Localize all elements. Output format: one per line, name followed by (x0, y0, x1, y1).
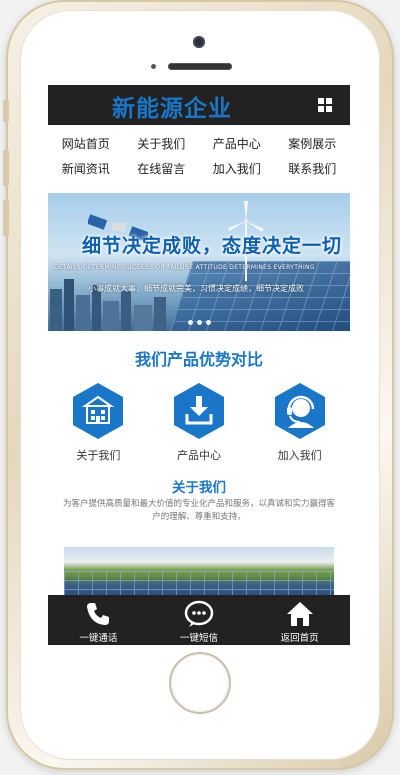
home-icon (286, 602, 313, 626)
feature-label: 产品中心 (176, 449, 221, 462)
download-icon (173, 383, 224, 439)
proximity-sensor (151, 64, 156, 69)
grid-menu-icon[interactable] (318, 98, 332, 112)
front-camera (193, 36, 205, 48)
volume-down-button (3, 200, 9, 236)
banner-slogan-english: DETAILS DETERMINE SUCCESS OR FAILURE ATT… (54, 264, 315, 271)
sms-button-label: 一键短信 (179, 633, 218, 644)
call-button[interactable]: 一键通话 (53, 595, 143, 645)
site-logo[interactable]: 新能源企业 (112, 89, 232, 123)
nav-item-join[interactable]: 加入我们 (199, 160, 275, 177)
product-features: 关于我们 产品中心 加入我们 (48, 382, 350, 463)
hero-banner[interactable]: 细节决定成败，态度决定一切 DETAILS DETERMINE SUCCESS … (48, 193, 350, 331)
banner-subtitle: 小事成就大事，细节成就完美，习惯决定成绩，细节决定成败 (88, 284, 304, 293)
banner-slogan: 细节决定成败，态度决定一切 (82, 235, 343, 257)
call-button-label: 一键通话 (79, 633, 118, 644)
feature-label: 关于我们 (76, 449, 121, 462)
phone-screen: 新能源企业 网站首页 关于我们 产品中心 案例展示 新闻资讯 在线留言 加入我们… (48, 85, 350, 645)
sms-button[interactable]: 一键短信 (154, 595, 244, 645)
home-page-button-label: 返回首页 (280, 633, 319, 644)
feature-join[interactable]: 加入我们 (260, 382, 340, 463)
carousel-dot[interactable] (188, 320, 193, 325)
carousel-dot[interactable] (206, 320, 211, 325)
main-nav: 网站首页 关于我们 产品中心 案例展示 新闻资讯 在线留言 加入我们 联系我们 (48, 125, 350, 177)
about-description: 为客户提供高质量和最大价值的专业化产品和服务，以真诚和实力赢得客户的理解、尊重和… (62, 499, 335, 522)
carousel-dots[interactable] (188, 320, 211, 325)
headset-icon (274, 383, 325, 439)
home-button[interactable] (169, 652, 231, 714)
carousel-dot[interactable] (197, 320, 202, 325)
message-icon (184, 600, 214, 627)
mute-switch (3, 100, 9, 122)
nav-item-about[interactable]: 关于我们 (124, 135, 200, 152)
bottom-action-bar: 一键通话 一键短信 返回首页 (48, 595, 350, 645)
feature-products[interactable]: 产品中心 (159, 382, 239, 463)
nav-item-contact[interactable]: 联系我们 (275, 160, 351, 177)
solar-field-image (64, 547, 334, 597)
site-header: 新能源企业 (48, 85, 350, 125)
nav-item-news[interactable]: 新闻资讯 (48, 160, 124, 177)
volume-up-button (3, 150, 9, 186)
products-section-title: 我们产品优势对比 (134, 350, 263, 369)
home-page-button[interactable]: 返回首页 (255, 595, 345, 645)
about-section-title: 关于我们 (172, 480, 226, 496)
city-skyline-image (50, 279, 166, 331)
nav-item-cases[interactable]: 案例展示 (275, 135, 351, 152)
nav-item-message[interactable]: 在线留言 (124, 160, 200, 177)
earpiece-speaker (168, 63, 232, 70)
nav-item-products[interactable]: 产品中心 (199, 135, 275, 152)
feature-label: 加入我们 (277, 449, 322, 462)
nav-item-home[interactable]: 网站首页 (48, 135, 124, 152)
building-icon (73, 383, 124, 439)
feature-about[interactable]: 关于我们 (58, 382, 138, 463)
phone-icon (87, 603, 110, 625)
